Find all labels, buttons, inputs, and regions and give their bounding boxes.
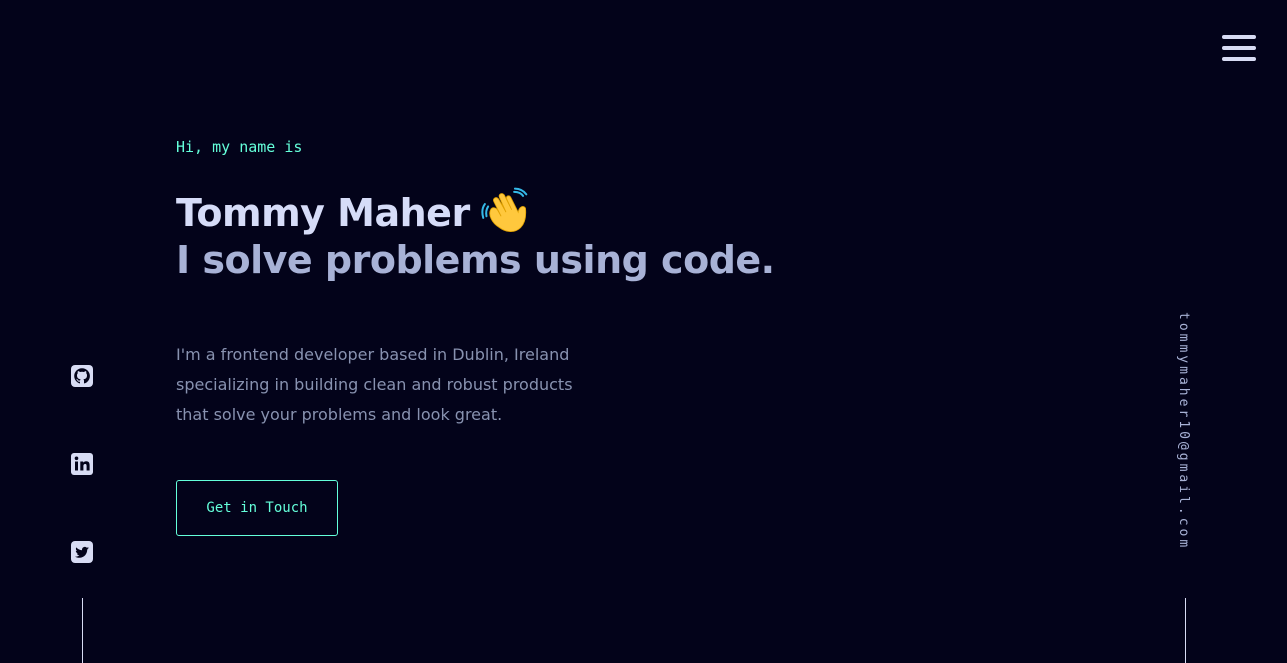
- bio-line: that solve your problems and look great.: [176, 405, 503, 424]
- github-icon[interactable]: [70, 364, 94, 388]
- menu-bar-top: [1222, 35, 1256, 39]
- bio-line: I'm a frontend developer based in Dublin…: [176, 345, 570, 364]
- twitter-icon[interactable]: [70, 540, 94, 564]
- hero-bio: I'm a frontend developer based in Dublin…: [176, 340, 596, 430]
- get-in-touch-button[interactable]: Get in Touch: [176, 480, 338, 536]
- right-vertical-line: [1185, 598, 1186, 663]
- bio-line: specializing in building clean and robus…: [176, 375, 573, 394]
- hero-name-line: Tommy Maher: [176, 187, 532, 239]
- hero-greeting: Hi, my name is: [176, 138, 303, 156]
- waving-hand-icon: [480, 187, 532, 239]
- left-vertical-line: [82, 598, 83, 663]
- menu-bar-middle: [1222, 46, 1256, 50]
- menu-bar-bottom: [1222, 57, 1256, 61]
- page: Hi, my name is Tommy Maher I solve probl…: [0, 0, 1287, 663]
- linkedin-icon[interactable]: [70, 452, 94, 476]
- hamburger-menu-icon[interactable]: [1222, 35, 1256, 63]
- hero-tagline: I solve problems using code.: [176, 238, 775, 282]
- email-link[interactable]: tommymaher10@gmail.com: [1176, 312, 1191, 550]
- hero-name: Tommy Maher: [176, 191, 470, 235]
